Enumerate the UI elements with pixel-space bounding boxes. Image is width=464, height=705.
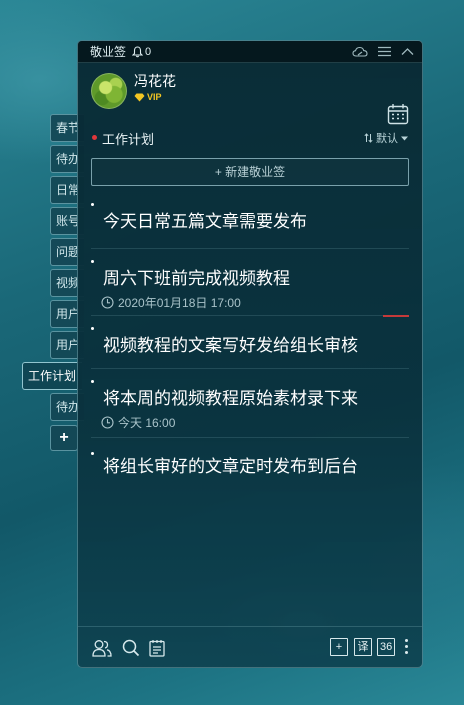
username: 冯花花 <box>134 73 176 89</box>
team-icon[interactable] <box>92 639 112 657</box>
more-options-icon[interactable] <box>405 639 408 657</box>
vip-label: VIP <box>147 92 162 102</box>
translate-button[interactable]: 译 <box>354 638 372 656</box>
note-text: 今天日常五篇文章需要发布 <box>103 212 307 231</box>
note-text: 将本周的视频教程原始素材录下来 <box>103 389 358 408</box>
sort-dropdown[interactable]: 默认 <box>364 130 408 146</box>
collapse-icon[interactable] <box>401 47 414 56</box>
note-text: 视频教程的文案写好发给组长审核 <box>103 336 358 355</box>
menu-icon[interactable] <box>378 46 391 57</box>
sort-label: 默认 <box>376 133 398 145</box>
note-count-button[interactable]: 36 <box>377 638 396 656</box>
notification-count: 0 <box>145 45 152 58</box>
sort-icon <box>364 133 373 143</box>
category-header: 工作计划 默认 <box>78 126 422 148</box>
side-tab-label: 工作计划 <box>28 369 77 383</box>
note-text: 周六下班前完成视频教程 <box>103 269 290 288</box>
category-dot <box>92 135 97 140</box>
add-note-button[interactable]: + <box>330 638 348 656</box>
reminder-time: 今天 16:00 <box>118 416 176 430</box>
note-reminder: 2020年01月18日 17:00 <box>101 294 241 311</box>
clock-icon <box>101 416 114 429</box>
cloud-sync-icon[interactable] <box>352 46 368 58</box>
side-tab-work-plan[interactable]: 工作计划 <box>22 362 82 390</box>
search-icon[interactable] <box>122 639 140 657</box>
note-bullet <box>91 327 94 330</box>
avatar[interactable] <box>91 73 127 109</box>
note-bullet <box>91 203 94 206</box>
calendar-icon[interactable] <box>387 103 409 125</box>
note-bullet <box>91 452 94 455</box>
reminder-time: 2020年01月18日 17:00 <box>118 296 241 310</box>
notepad-icon[interactable] <box>149 639 165 657</box>
note-bullet <box>91 260 94 263</box>
bell-icon <box>132 45 144 57</box>
notification-indicator[interactable]: 0 <box>132 46 151 58</box>
vip-badge: VIP <box>134 92 162 102</box>
note-text: 将组长审好的文章定时发布到后台 <box>103 457 358 476</box>
list-item[interactable]: 视频教程的文案写好发给组长审核 <box>91 316 409 369</box>
chevron-down-icon <box>401 136 408 140</box>
user-header: 冯花花 VIP <box>78 63 422 125</box>
list-item[interactable]: 将本周的视频教程原始素材录下来 今天 16:00 <box>91 369 409 438</box>
list-item[interactable]: 今天日常五篇文章需要发布 <box>91 193 409 249</box>
title-bar[interactable]: 敬业签 0 <box>78 41 422 63</box>
new-note-button[interactable]: + 新建敬业签 <box>91 158 409 186</box>
clock-icon <box>101 296 114 309</box>
note-bullet <box>91 380 94 383</box>
list-item[interactable]: 周六下班前完成视频教程 2020年01月18日 17:00 <box>91 249 409 317</box>
note-reminder: 今天 16:00 <box>101 414 175 431</box>
bottom-toolbar: + 译 36 <box>78 626 422 667</box>
category-title: 工作计划 <box>102 132 155 147</box>
sticky-notes-panel: 敬业签 0 冯花花 VIP 工作计划 默认 + 新建敬业签 今天日常五篇文章需要… <box>77 40 423 668</box>
add-tab-button[interactable]: + <box>50 425 78 451</box>
list-item[interactable]: 将组长审好的文章定时发布到后台 <box>91 438 409 492</box>
diamond-icon <box>134 93 145 101</box>
app-title: 敬业签 <box>90 45 127 59</box>
